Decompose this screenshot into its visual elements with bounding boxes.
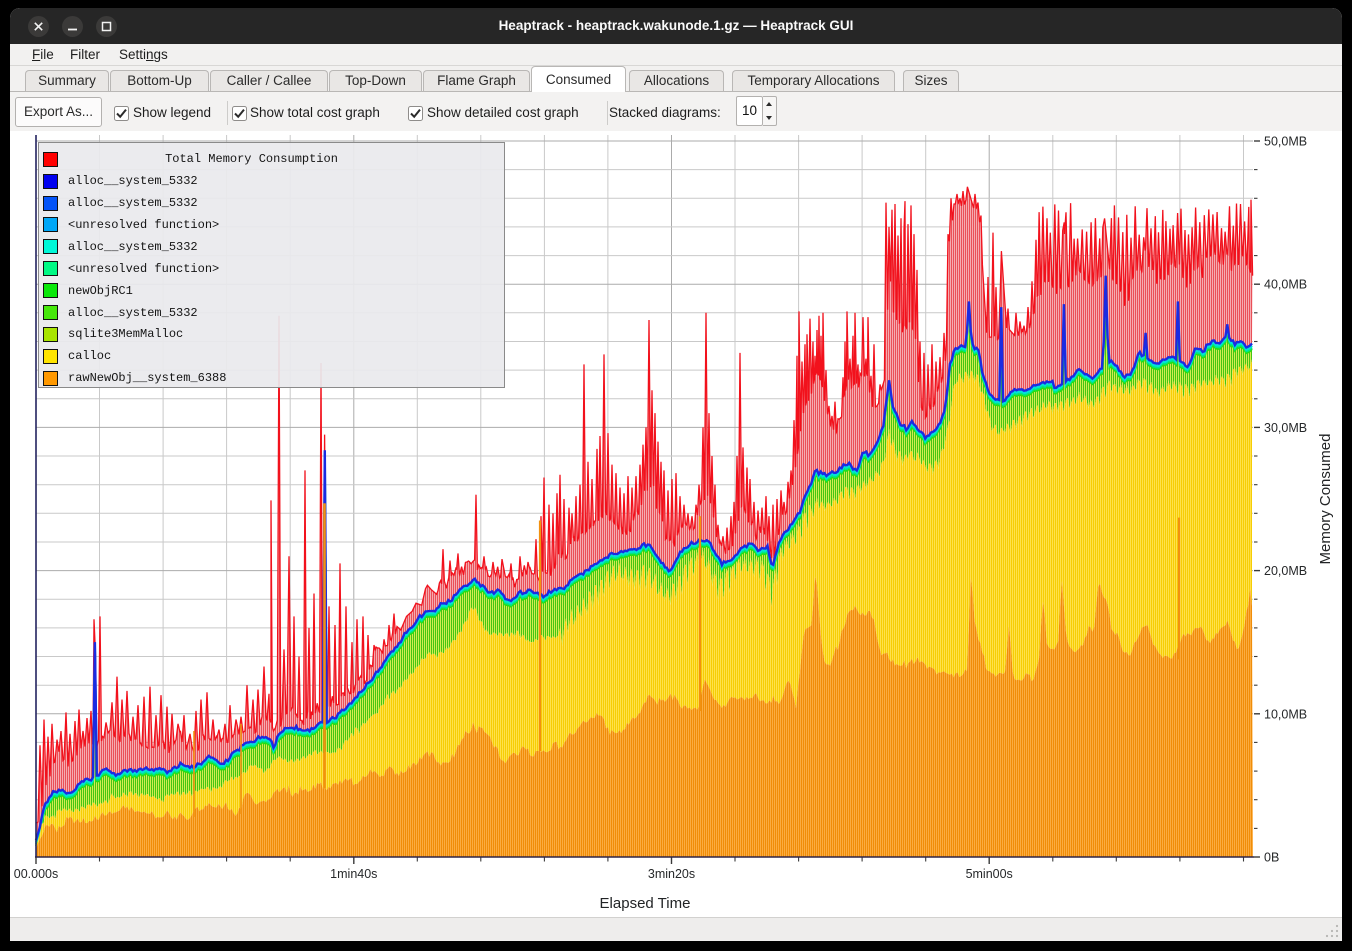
svg-text:3min20s: 3min20s	[648, 867, 695, 881]
svg-text:30,0MB: 30,0MB	[1264, 421, 1307, 435]
svg-text:10,0MB: 10,0MB	[1264, 707, 1307, 721]
svg-text:40,0MB: 40,0MB	[1264, 278, 1307, 292]
svg-text:50,0MB: 50,0MB	[1264, 135, 1307, 149]
svg-text:5min00s: 5min00s	[966, 867, 1013, 881]
svg-text:Elapsed Time: Elapsed Time	[600, 895, 691, 912]
svg-text:00.000s: 00.000s	[14, 867, 58, 881]
svg-text:0B: 0B	[1264, 851, 1279, 865]
svg-text:Memory Consumed: Memory Consumed	[1317, 434, 1334, 565]
svg-text:20,0MB: 20,0MB	[1264, 564, 1307, 578]
svg-text:1min40s: 1min40s	[330, 867, 377, 881]
